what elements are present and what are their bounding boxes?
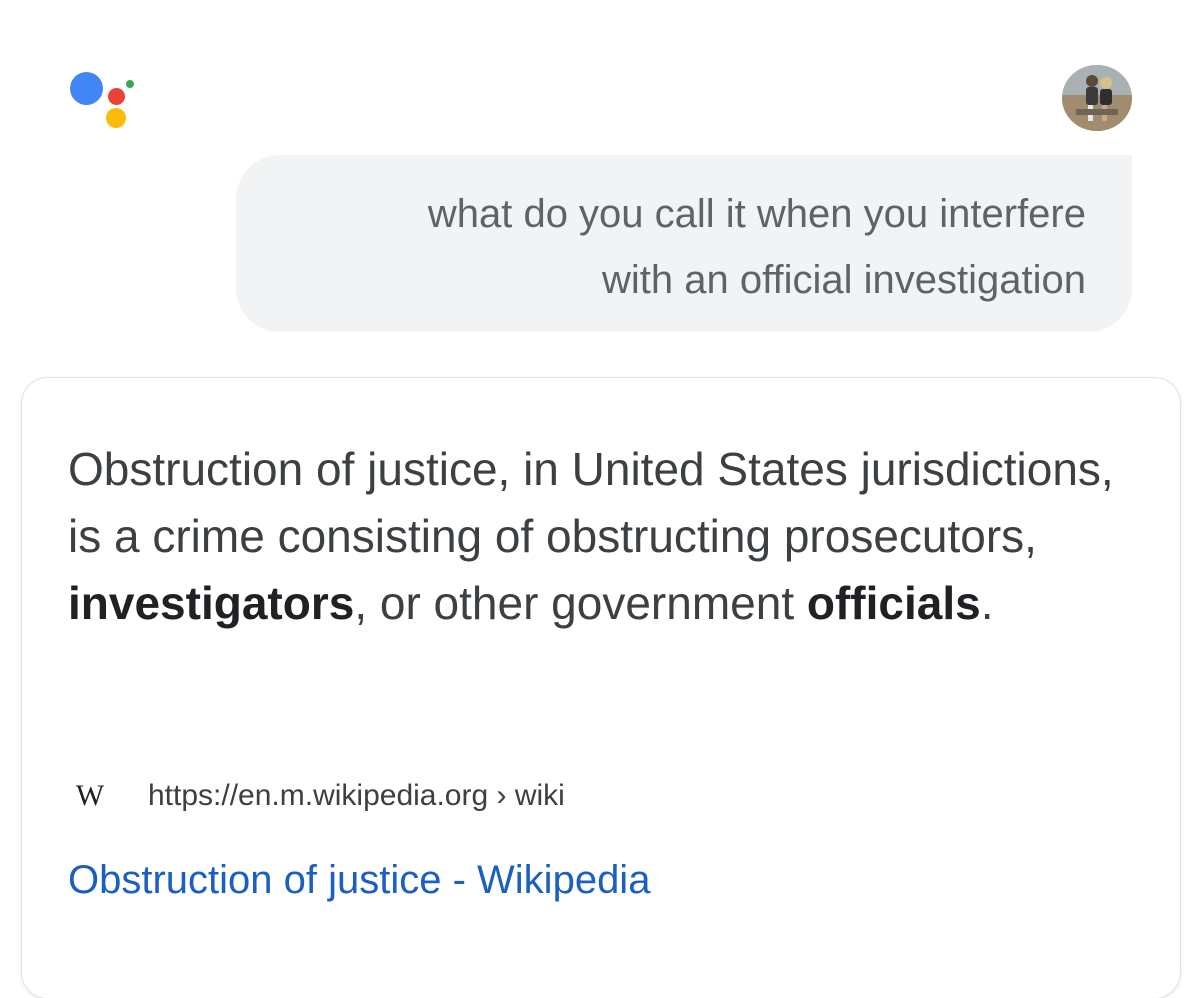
snippet-part-1: Obstruction of justice, in United States… <box>68 443 1114 562</box>
answer-card: Obstruction of justice, in United States… <box>22 378 1180 998</box>
featured-snippet-text: Obstruction of justice, in United States… <box>68 436 1158 637</box>
blue-dot <box>70 72 103 105</box>
result-title-link[interactable]: Obstruction of justice - Wikipedia <box>68 858 650 903</box>
source-row[interactable]: W https://en.m.wikipedia.org › wiki <box>68 773 565 819</box>
source-url[interactable]: https://en.m.wikipedia.org › wiki <box>148 779 565 813</box>
snippet-bold-1: investigators <box>68 577 355 629</box>
snippet-bold-2: officials <box>806 577 981 629</box>
snippet-part-3: . <box>980 577 994 629</box>
query-line-1: what do you call it when you interfere <box>427 192 1086 236</box>
avatar-photo-icon <box>1062 65 1132 131</box>
yellow-dot <box>106 108 126 128</box>
wikipedia-icon: W <box>75 779 105 812</box>
query-line-2: with an official investigation <box>602 258 1086 302</box>
user-query-bubble: what do you call it when you interfere w… <box>236 155 1132 332</box>
snippet-part-2: , or other government <box>354 577 807 629</box>
user-avatar[interactable] <box>1062 65 1132 131</box>
red-dot <box>108 88 125 105</box>
query-text: what do you call it when you interfere w… <box>282 181 1086 313</box>
green-dot <box>126 80 134 88</box>
google-assistant-icon <box>68 70 138 130</box>
